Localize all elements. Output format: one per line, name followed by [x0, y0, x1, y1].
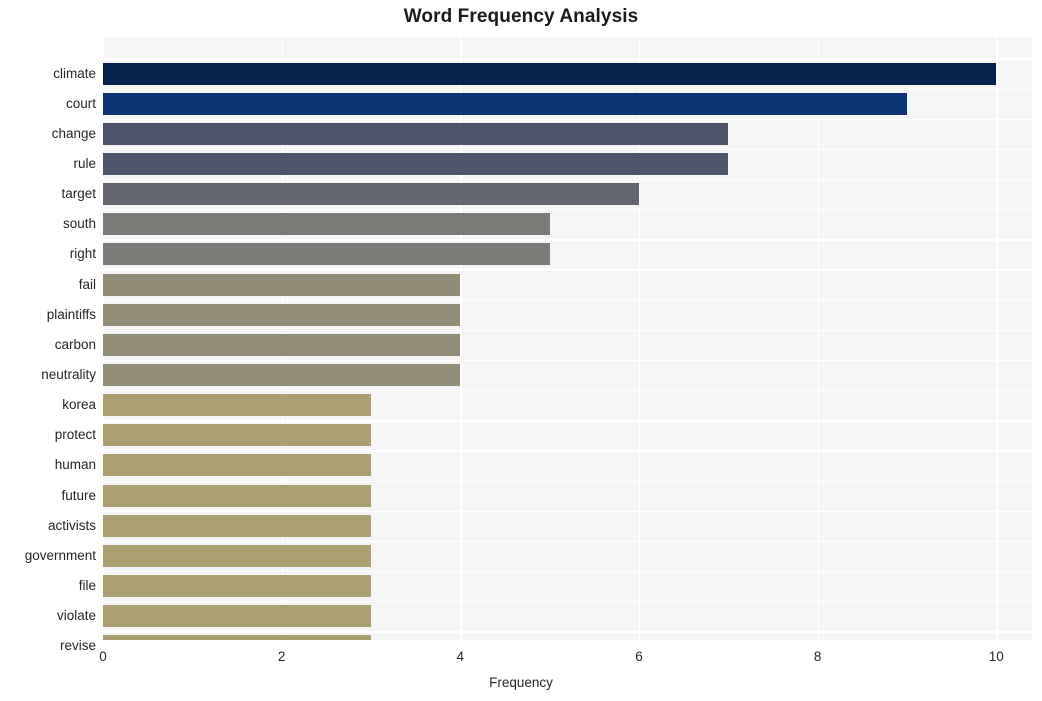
- y-tick-label-rule: rule: [73, 155, 96, 171]
- y-tick-label-change: change: [51, 125, 96, 141]
- gridline-horizontal-7: [103, 269, 1032, 271]
- bar-target[interactable]: [103, 183, 639, 206]
- y-tick-label-protect: protect: [54, 427, 96, 443]
- bar-file[interactable]: [103, 575, 371, 598]
- x-tick-label-8: 8: [813, 649, 822, 664]
- y-tick-label-carbon: carbon: [54, 336, 96, 352]
- bar-activists[interactable]: [103, 514, 371, 537]
- y-tick-label-right: right: [69, 246, 96, 262]
- page-title: Word Frequency Analysis: [403, 6, 639, 27]
- y-tick-label-climate: climate: [53, 65, 96, 81]
- gridline-vertical-5: [996, 37, 998, 640]
- y-tick-label-file: file: [78, 578, 96, 594]
- gridline-horizontal-17: [103, 570, 1032, 573]
- y-tick-label-neutrality: neutrality: [41, 367, 96, 382]
- bar-south[interactable]: [103, 213, 550, 236]
- y-tick-label-violate: violate: [56, 608, 96, 624]
- gridline-horizontal-1: [103, 88, 1032, 90]
- gridline-horizontal-12: [103, 420, 1032, 422]
- gridline-horizontal-15: [103, 510, 1032, 512]
- gridline-horizontal-3: [103, 148, 1032, 151]
- gridline-horizontal-0: [103, 58, 1032, 60]
- gridline-horizontal-19: [103, 631, 1032, 633]
- bar-revise[interactable]: [103, 635, 371, 640]
- gridline-horizontal-4: [103, 179, 1032, 181]
- bar-plaintiffs[interactable]: [103, 303, 461, 326]
- gridline-horizontal-18: [103, 601, 1032, 603]
- bar-climate[interactable]: [103, 62, 997, 85]
- bar-korea[interactable]: [103, 394, 371, 417]
- bar-rule[interactable]: [103, 152, 729, 175]
- y-tick-label-plaintiffs: plaintiffs: [46, 306, 96, 322]
- y-tick-label-government: government: [24, 547, 96, 563]
- bar-carbon[interactable]: [103, 333, 461, 356]
- y-tick-label-future: future: [61, 487, 96, 503]
- plot-area: [103, 37, 1032, 640]
- bar-neutrality[interactable]: [103, 364, 461, 386]
- bar-court[interactable]: [103, 92, 907, 115]
- x-tick-label-0: 0: [99, 649, 107, 664]
- gridline-horizontal-8: [103, 299, 1032, 301]
- gridline-horizontal-14: [103, 480, 1032, 482]
- bar-future[interactable]: [103, 484, 371, 507]
- x-axis-label: Frequency: [489, 675, 553, 690]
- bar-fail[interactable]: [103, 273, 461, 296]
- y-tick-label-fail: fail: [78, 276, 96, 292]
- gridline-horizontal-16: [103, 540, 1032, 543]
- chart-figure: Word Frequency Analysis climate court chan…: [0, 0, 1042, 701]
- bar-government[interactable]: [103, 544, 371, 567]
- x-tick-label-6: 6: [635, 649, 643, 664]
- bar-right[interactable]: [103, 243, 550, 266]
- gridline-horizontal-2: [103, 118, 1032, 121]
- bar-violate[interactable]: [103, 605, 371, 628]
- gridline-horizontal-13: [103, 450, 1032, 452]
- gridline-horizontal-5: [103, 209, 1032, 211]
- gridline-horizontal-9: [103, 329, 1032, 332]
- x-tick-label-10: 10: [988, 649, 1004, 664]
- y-tick-label-korea: korea: [62, 397, 96, 413]
- bar-human[interactable]: [103, 454, 371, 477]
- y-tick-label-human: human: [54, 457, 96, 473]
- y-tick-label-activists: activists: [47, 517, 96, 533]
- y-tick-label-south: south: [62, 216, 96, 232]
- bar-protect[interactable]: [103, 424, 371, 447]
- gridline-horizontal-11: [103, 390, 1032, 392]
- bar-change[interactable]: [103, 122, 729, 145]
- gridline-horizontal-6: [103, 239, 1032, 241]
- y-tick-label-court: court: [65, 95, 96, 111]
- x-tick-label-4: 4: [456, 649, 465, 664]
- y-tick-label-target: target: [61, 186, 96, 202]
- gridline-horizontal-10: [103, 359, 1032, 362]
- gridline-vertical-4: [817, 37, 819, 640]
- x-tick-label-2: 2: [277, 649, 286, 664]
